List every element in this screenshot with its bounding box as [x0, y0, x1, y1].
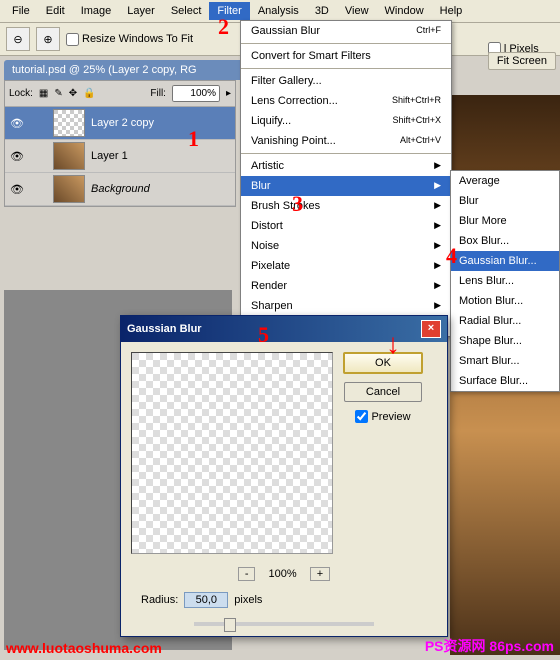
menu-window[interactable]: Window [377, 2, 432, 20]
menu-item[interactable]: Gaussian BlurCtrl+F [241, 21, 451, 41]
ok-button[interactable]: OK [343, 352, 423, 374]
fill-input[interactable] [172, 85, 220, 102]
menu-item[interactable]: Pixelate▶ [241, 256, 451, 276]
layer-thumb[interactable] [53, 175, 85, 203]
menu-item[interactable]: Render▶ [241, 276, 451, 296]
resize-label: Resize Windows To Fit [82, 33, 193, 45]
menu-item[interactable]: Convert for Smart Filters [241, 46, 451, 66]
fit-screen-button[interactable]: Fit Screen [488, 52, 556, 70]
watermark-left: www.luotaoshuma.com [6, 640, 162, 656]
layer-row[interactable]: 👁 Layer 2 copy [5, 107, 235, 140]
zoom-plus-button[interactable]: + [310, 567, 330, 581]
zoom-value: 100% [269, 568, 297, 580]
menu-3d[interactable]: 3D [307, 2, 337, 20]
layer-row[interactable]: 👁 Layer 1 [5, 140, 235, 173]
submenu-item[interactable]: Shape Blur... [451, 331, 559, 351]
layers-panel: Lock: ▦ ✎ ✥ 🔒 Fill: ▸ 👁 Layer 2 copy 👁 Laye… [4, 80, 236, 207]
menu-item[interactable]: Liquify...Shift+Ctrl+X [241, 111, 451, 131]
menu-edit[interactable]: Edit [38, 2, 73, 20]
menu-help[interactable]: Help [432, 2, 471, 20]
layer-thumb[interactable] [53, 109, 85, 137]
chevron-down-icon[interactable]: ▸ [226, 88, 231, 99]
dialog-titlebar[interactable]: Gaussian Blur × [121, 316, 447, 342]
menu-item[interactable]: Distort▶ [241, 216, 451, 236]
menu-item[interactable]: Artistic▶ [241, 156, 451, 176]
layer-name: Layer 1 [91, 150, 128, 162]
layer-row[interactable]: 👁 Background [5, 173, 235, 206]
zoom-minus-button[interactable]: - [238, 567, 256, 581]
resize-windows-checkbox[interactable]: Resize Windows To Fit [66, 33, 193, 46]
lock-pos-icon[interactable]: ✥ [69, 88, 77, 99]
menu-item[interactable]: Vanishing Point...Alt+Ctrl+V [241, 131, 451, 151]
menu-view[interactable]: View [337, 2, 377, 20]
menu-item[interactable]: Sharpen▶ [241, 296, 451, 316]
gaussian-blur-dialog: Gaussian Blur × OK Cancel Preview - 100%… [120, 315, 448, 637]
menu-image[interactable]: Image [73, 2, 120, 20]
submenu-item[interactable]: Box Blur... [451, 231, 559, 251]
menu-item[interactable]: Lens Correction...Shift+Ctrl+R [241, 91, 451, 111]
submenu-item[interactable]: Blur [451, 191, 559, 211]
lock-pixels-icon[interactable]: ✎ [54, 88, 62, 99]
layer-thumb[interactable] [53, 142, 85, 170]
submenu-item[interactable]: Motion Blur... [451, 291, 559, 311]
zoom-out-icon[interactable]: ⊖ [6, 27, 30, 51]
radius-label: Radius: [141, 594, 178, 606]
menu-item[interactable]: Blur▶ [241, 176, 451, 196]
submenu-item[interactable]: Radial Blur... [451, 311, 559, 331]
submenu-item[interactable]: Lens Blur... [451, 271, 559, 291]
preview-checkbox[interactable]: Preview [355, 410, 410, 423]
visibility-icon[interactable]: 👁 [7, 183, 27, 196]
close-icon[interactable]: × [421, 320, 441, 338]
menu-select[interactable]: Select [163, 2, 210, 20]
submenu-item[interactable]: Smart Blur... [451, 351, 559, 371]
preview-area[interactable] [131, 352, 333, 554]
document-tab[interactable]: tutorial.psd @ 25% (Layer 2 copy, RG [4, 60, 250, 80]
cancel-button[interactable]: Cancel [344, 382, 422, 402]
menu-item[interactable]: Noise▶ [241, 236, 451, 256]
lock-label: Lock: [9, 88, 33, 99]
blur-submenu: AverageBlurBlur MoreBox Blur...Gaussian … [450, 170, 560, 392]
menu-file[interactable]: File [4, 2, 38, 20]
menu-layer[interactable]: Layer [119, 2, 163, 20]
visibility-icon[interactable]: 👁 [7, 150, 27, 163]
submenu-item[interactable]: Surface Blur... [451, 371, 559, 391]
layer-name: Background [91, 183, 150, 195]
menu-item[interactable]: Brush Strokes▶ [241, 196, 451, 216]
layer-name: Layer 2 copy [91, 117, 154, 129]
menu-analysis[interactable]: Analysis [250, 2, 307, 20]
filter-menu: Gaussian BlurCtrl+F Convert for Smart Fil… [240, 20, 452, 337]
radius-slider[interactable] [194, 622, 374, 626]
menu-filter[interactable]: Filter [209, 2, 249, 20]
radius-unit: pixels [234, 594, 262, 606]
radius-input[interactable] [184, 592, 228, 608]
submenu-item[interactable]: Gaussian Blur... [451, 251, 559, 271]
dialog-title: Gaussian Blur [127, 323, 202, 335]
menu-item[interactable]: Filter Gallery... [241, 71, 451, 91]
fill-label: Fill: [150, 88, 166, 99]
submenu-item[interactable]: Average [451, 171, 559, 191]
visibility-icon[interactable]: 👁 [7, 117, 27, 130]
submenu-item[interactable]: Blur More [451, 211, 559, 231]
lock-all-icon[interactable]: 🔒 [83, 88, 95, 99]
zoom-in-icon[interactable]: ⊕ [36, 27, 60, 51]
lock-trans-icon[interactable]: ▦ [39, 88, 48, 99]
watermark-right: PS资源网 86ps.com [425, 636, 554, 656]
